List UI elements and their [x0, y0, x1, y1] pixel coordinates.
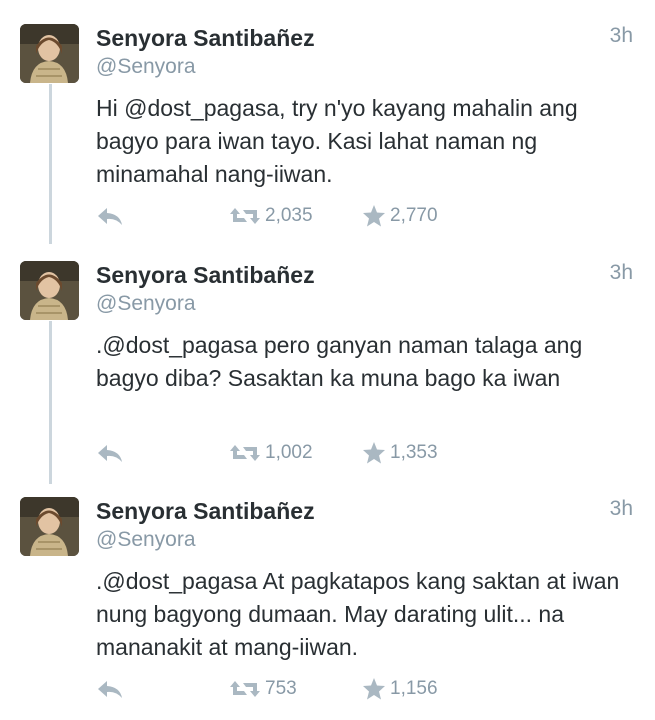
tweet-text: .@dost_pagasa At pagkatapos kang saktan … [96, 568, 620, 660]
reply-button[interactable] [96, 202, 124, 230]
retweet-icon [229, 678, 261, 700]
favorite-count: 1,353 [390, 442, 438, 463]
retweet-count: 753 [265, 678, 297, 699]
username[interactable]: @Senyora [96, 55, 196, 79]
display-name[interactable]: Senyora Santibañez [96, 262, 315, 289]
reply-button[interactable] [96, 675, 124, 703]
tweet[interactable]: Senyora Santibañez @Senyora 3h Hi @dost_… [0, 24, 655, 234]
username[interactable]: @Senyora [96, 528, 196, 552]
timestamp[interactable]: 3h [610, 24, 633, 48]
favorite-count: 2,770 [390, 205, 438, 226]
retweet-button[interactable]: 1,002 [229, 439, 313, 467]
retweet-icon [229, 442, 261, 464]
tweet-actions: 753 1,156 [96, 675, 596, 703]
username[interactable]: @Senyora [96, 292, 196, 316]
star-icon [362, 204, 386, 228]
tweet-actions: 1,002 1,353 [96, 439, 596, 467]
tweet[interactable]: Senyora Santibañez @Senyora 3h .@dost_pa… [0, 261, 655, 471]
tweet-text: .@dost_pagasa pero ganyan naman talaga a… [96, 332, 583, 391]
timestamp[interactable]: 3h [610, 497, 633, 521]
favorite-button[interactable]: 2,770 [362, 202, 438, 230]
avatar[interactable] [20, 261, 79, 320]
avatar[interactable] [20, 24, 79, 83]
reply-icon [96, 678, 124, 700]
display-name[interactable]: Senyora Santibañez [96, 498, 315, 525]
tweet-actions: 2,035 2,770 [96, 202, 596, 230]
favorite-button[interactable]: 1,156 [362, 675, 438, 703]
retweet-icon [229, 205, 261, 227]
reply-icon [96, 442, 124, 464]
avatar[interactable] [20, 497, 79, 556]
star-icon [362, 677, 386, 701]
timestamp[interactable]: 3h [610, 261, 633, 285]
retweet-count: 2,035 [265, 205, 313, 226]
tweet-text: Hi @dost_pagasa, try n'yo kayang mahalin… [96, 95, 578, 187]
favorite-count: 1,156 [390, 678, 438, 699]
retweet-count: 1,002 [265, 442, 313, 463]
reply-icon [96, 205, 124, 227]
favorite-button[interactable]: 1,353 [362, 439, 438, 467]
tweet[interactable]: Senyora Santibañez @Senyora 3h .@dost_pa… [0, 497, 655, 712]
display-name[interactable]: Senyora Santibañez [96, 25, 315, 52]
retweet-button[interactable]: 753 [229, 675, 297, 703]
star-icon [362, 441, 386, 465]
reply-button[interactable] [96, 439, 124, 467]
retweet-button[interactable]: 2,035 [229, 202, 313, 230]
